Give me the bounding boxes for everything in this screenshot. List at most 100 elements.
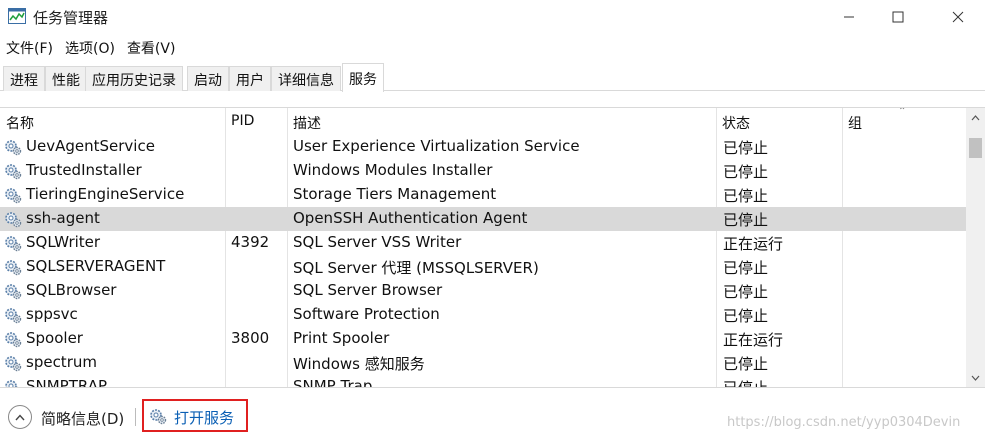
scroll-thumb[interactable] [969, 138, 982, 158]
footer-bar: 简略信息(D) 打开服务 https://blog.csdn.net/yyp03… [0, 387, 985, 441]
service-description: SNMP Trap [293, 377, 373, 387]
service-status: 已停止 [723, 307, 769, 325]
service-description: Software Protection [293, 305, 440, 323]
service-gear-icon [5, 308, 22, 324]
service-status: 已停止 [723, 283, 769, 301]
table-row[interactable]: SQLBrowser SQL Server Browser 已停止 [0, 279, 966, 303]
menu-bar: 文件(F) 选项(O) 查看(V) [0, 36, 181, 60]
service-gear-icon [5, 140, 22, 156]
menu-options[interactable]: 选项(O) [59, 36, 121, 60]
table-row[interactable]: SNMPTRAP SNMP Trap 已停止 [0, 375, 966, 387]
maximize-button[interactable] [875, 0, 921, 34]
service-name: UevAgentService [26, 137, 155, 155]
service-status: 已停止 [723, 163, 769, 181]
chevron-down-icon [971, 375, 980, 381]
service-gear-icon [5, 380, 19, 387]
service-pid: 3800 [231, 329, 270, 347]
fewer-details-link[interactable]: 简略信息(D) [41, 408, 124, 429]
minimize-icon [844, 16, 854, 18]
service-status: 正在运行 [723, 235, 784, 253]
close-icon [952, 11, 964, 23]
open-services-link[interactable]: 打开服务 [142, 399, 248, 432]
maximize-icon [892, 11, 904, 23]
service-description: Windows 感知服务 [293, 355, 425, 373]
service-name: SQLWriter [26, 233, 101, 251]
service-name: Spooler [26, 329, 83, 347]
service-pid: 4392 [231, 233, 270, 251]
open-services-label: 打开服务 [174, 409, 235, 427]
table-header: 名称 PID 描述 状态 组 ⌃ [0, 108, 966, 135]
service-description: User Experience Virtualization Service [293, 137, 580, 155]
column-header-pid[interactable]: PID [225, 108, 254, 135]
service-name: sppsvc [26, 305, 78, 323]
column-header-name[interactable]: 名称 [0, 108, 34, 135]
service-gear-icon [5, 356, 22, 372]
service-gear-icon [5, 284, 22, 300]
menu-view[interactable]: 查看(V) [121, 36, 182, 60]
watermark: https://blog.csdn.net/yyp0304Devin [727, 415, 961, 430]
close-button[interactable] [935, 0, 981, 34]
service-status: 正在运行 [723, 331, 784, 349]
menu-file[interactable]: 文件(F) [0, 36, 59, 60]
footer-separator [135, 408, 136, 426]
tab-performance[interactable]: 性能 [45, 66, 87, 91]
service-description: Storage Tiers Management [293, 185, 497, 203]
table-row[interactable]: ssh-agent OpenSSH Authentication Agent 已停止 [0, 207, 966, 231]
chevron-up-icon [971, 115, 980, 121]
scroll-up-button[interactable] [966, 110, 985, 126]
service-status: 已停止 [723, 355, 769, 373]
window-title: 任务管理器 [33, 9, 109, 27]
table-row[interactable]: spectrum Windows 感知服务 已停止 [0, 351, 966, 375]
service-status: 已停止 [723, 375, 768, 387]
column-header-status[interactable]: 状态 [716, 108, 750, 135]
service-gear-icon [5, 188, 22, 204]
tab-services[interactable]: 服务 [342, 63, 384, 92]
title-bar: 任务管理器 [0, 0, 985, 34]
sort-up-icon: ⌃ [898, 107, 907, 117]
service-status: 已停止 [723, 187, 769, 205]
tab-processes[interactable]: 进程 [3, 66, 45, 91]
service-status: 已停止 [723, 211, 769, 229]
services-gear-icon [150, 409, 167, 425]
services-table: 名称 PID 描述 状态 组 ⌃ UevAgentService User Exp… [0, 107, 985, 387]
service-gear-icon [5, 332, 22, 348]
column-header-group[interactable]: 组 [842, 108, 862, 135]
chevron-up-icon [15, 413, 25, 420]
tab-strip: 进程 性能 应用历史记录 启动 用户 详细信息 服务 [0, 63, 985, 92]
table-row[interactable]: SQLWriter 4392 SQL Server VSS Writer 正在运行 [0, 231, 966, 255]
table-row[interactable]: SQLSERVERAGENT SQL Server 代理 (MSSQLSERVER… [0, 255, 966, 279]
service-name: SNMPTRAP [26, 377, 108, 387]
service-gear-icon [5, 260, 22, 276]
service-name: SQLBrowser [26, 281, 117, 299]
table-row[interactable]: TrustedInstaller Windows Modules Installe… [0, 159, 966, 183]
tab-details[interactable]: 详细信息 [271, 66, 341, 91]
table-row[interactable]: Spooler 3800 Print Spooler 正在运行 [0, 327, 966, 351]
column-header-description[interactable]: 描述 [287, 108, 321, 135]
service-gear-icon [5, 212, 22, 228]
tab-startup[interactable]: 启动 [187, 66, 229, 91]
service-description: SQL Server VSS Writer [293, 233, 462, 251]
service-description: Print Spooler [293, 329, 390, 347]
table-row[interactable]: TieringEngineService Storage Tiers Manage… [0, 183, 966, 207]
service-status: 已停止 [723, 259, 769, 277]
service-description: Windows Modules Installer [293, 161, 493, 179]
fewer-details-button[interactable] [8, 405, 32, 429]
service-name: SQLSERVERAGENT [26, 257, 166, 275]
service-gear-icon [5, 164, 22, 180]
service-name: TrustedInstaller [26, 161, 142, 179]
service-name: spectrum [26, 353, 97, 371]
table-row[interactable]: sppsvc Software Protection 已停止 [0, 303, 966, 327]
service-name: TieringEngineService [26, 185, 185, 203]
tab-app-history[interactable]: 应用历史记录 [85, 66, 183, 91]
service-description: OpenSSH Authentication Agent [293, 209, 528, 227]
service-name: ssh-agent [26, 209, 100, 227]
tab-users[interactable]: 用户 [229, 66, 271, 91]
task-manager-icon [8, 8, 26, 24]
scroll-down-button[interactable] [966, 370, 985, 386]
table-row[interactable]: UevAgentService User Experience Virtualiz… [0, 135, 966, 159]
service-description: SQL Server 代理 (MSSQLSERVER) [293, 259, 539, 277]
service-description: SQL Server Browser [293, 281, 443, 299]
service-gear-icon [5, 236, 22, 252]
minimize-button[interactable] [826, 0, 872, 34]
vertical-scrollbar[interactable] [966, 108, 985, 387]
